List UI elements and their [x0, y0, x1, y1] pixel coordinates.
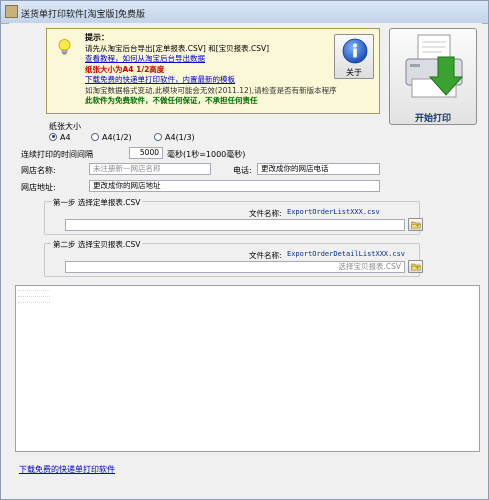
start-print-label: 开始打印: [414, 114, 451, 124]
step1-title: 第一步 选择定单报表.CSV: [51, 197, 143, 208]
app-icon: [5, 5, 18, 18]
download-express-link[interactable]: 下载免费的快递单打印软件，内置最新的模板: [85, 75, 335, 86]
log-row: [18, 302, 50, 303]
lightbulb-icon: [58, 39, 71, 55]
interval-label: 连续打印的时间间隔: [21, 150, 93, 159]
folder-open-icon: [411, 221, 421, 229]
radio-unselected-icon: [154, 132, 162, 141]
paper-size-note: 纸张大小为A4 1/2高度: [85, 64, 165, 74]
start-print-button[interactable]: 开始打印: [389, 28, 477, 125]
radio-selected-icon: [49, 132, 57, 141]
paper-option-label: A4(1/2): [102, 133, 132, 142]
step1-file-name: ExportOrderListXXX.csv: [287, 208, 380, 216]
title-bar[interactable]: 送货单打印软件[淘宝版]免费版: [1, 1, 488, 24]
interval-unit: 毫秒(1秒=1000毫秒): [167, 150, 246, 159]
window-title: 送货单打印软件[淘宝版]免费版: [21, 10, 146, 20]
step1-group: 第一步 选择定单报表.CSV 文件名称: ExportOrderListXXX.…: [44, 197, 423, 235]
step2-browse-button[interactable]: [408, 260, 423, 273]
main-window: 送货单打印软件[淘宝版]免费版 提示： 请先从淘宝后台导出[定单报表.CSV] …: [0, 0, 489, 500]
shop-address-label: 网店地址:: [21, 183, 56, 192]
step1-browse-button[interactable]: [408, 218, 423, 231]
shop-address-input[interactable]: 更改成你的网店地址: [89, 180, 380, 192]
tutorial-link[interactable]: 查看教程，如何从淘宝后台导出数据: [85, 54, 335, 65]
log-row: [18, 296, 50, 297]
about-label: 关于: [346, 68, 362, 77]
paper-option-a4[interactable]: A4: [49, 132, 71, 145]
step2-group: 第二步 选择宝贝报表.CSV 文件名称: ExportOrderDetailLi…: [44, 239, 423, 277]
interval-input[interactable]: 5000: [129, 147, 163, 159]
about-button[interactable]: 关于: [334, 34, 374, 79]
paper-option-a4-third[interactable]: A4(1/3): [154, 132, 195, 145]
paper-option-label: A4: [60, 133, 71, 142]
download-free-link[interactable]: 下载免费的快递单打印软件: [19, 464, 115, 475]
step1-path-input[interactable]: [65, 219, 405, 231]
log-row: [18, 290, 50, 291]
shop-name-label: 网店名称:: [21, 166, 56, 175]
printer-icon: [405, 34, 464, 98]
step2-file-name: ExportOrderDetailListXXX.csv: [287, 250, 406, 258]
free-software-note: 此软件为免费软件，不做任何保证，不承担任何责任: [85, 96, 258, 105]
radio-unselected-icon: [91, 132, 99, 141]
info-panel: 提示： 请先从淘宝后台导出[定单报表.CSV] 和[宝贝报表.CSV] 查看教程…: [46, 28, 380, 114]
phone-input[interactable]: 更改成你的网店电话: [257, 163, 380, 175]
hint-export-text: 请先从淘宝后台导出[定单报表.CSV] 和[宝贝报表.CSV]: [85, 43, 270, 53]
paper-option-label: A4(1/3): [165, 133, 195, 142]
info-icon: [342, 38, 368, 64]
format-change-note: 如淘宝数据格式变动,此模块可能会无效(2011.12),请检查是否有新版本程序: [85, 85, 337, 95]
hint-title: 提示：: [85, 33, 109, 42]
log-output-area[interactable]: [15, 285, 480, 452]
step1-file-label: 文件名称:: [249, 209, 282, 218]
phone-label: 电话:: [233, 166, 252, 175]
paper-size-title: 纸张大小: [49, 122, 81, 131]
step2-path-input[interactable]: 选择宝贝报表.CSV: [65, 261, 405, 273]
main-content: 提示： 请先从淘宝后台导出[定单报表.CSV] 和[宝贝报表.CSV] 查看教程…: [9, 23, 482, 493]
shop-name-input[interactable]: 未注册新一网店名称: [89, 163, 211, 175]
folder-open-icon: [411, 263, 421, 271]
step2-title: 第二步 选择宝贝报表.CSV: [51, 239, 143, 250]
paper-option-a4-half[interactable]: A4(1/2): [91, 132, 132, 145]
step2-file-label: 文件名称:: [249, 251, 282, 260]
